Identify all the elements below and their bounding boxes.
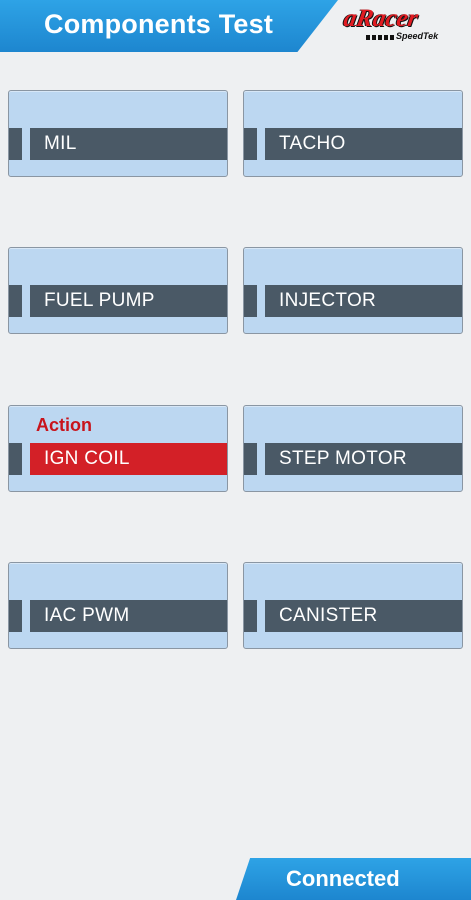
component-tile-ign-coil[interactable]: Action IGN COIL <box>8 405 228 492</box>
tile-label: MIL <box>44 133 77 154</box>
tile-tab <box>9 600 22 632</box>
component-tile-fuel-pump[interactable]: FUEL PUMP <box>8 247 228 334</box>
tile-tab <box>9 128 22 160</box>
tile-label: IAC PWM <box>44 605 130 626</box>
tile-tab <box>244 600 257 632</box>
app-header: Components Test aRacer SpeedTek <box>0 0 471 52</box>
logo-stripes-icon <box>366 35 396 40</box>
component-tile-mil[interactable]: MIL <box>8 90 228 177</box>
component-tile-step-motor[interactable]: STEP MOTOR <box>243 405 463 492</box>
component-tile-tacho[interactable]: TACHO <box>243 90 463 177</box>
logo-subtext: SpeedTek <box>396 31 439 41</box>
action-label: Action <box>36 415 92 435</box>
tile-label: FUEL PUMP <box>44 290 155 311</box>
tile-tab <box>244 285 257 317</box>
connection-status: Connected <box>286 866 400 891</box>
tile-tab <box>244 128 257 160</box>
tile-label: CANISTER <box>279 605 378 626</box>
page-title: Components Test <box>44 9 274 39</box>
logo-text: aRacer <box>341 5 421 32</box>
brand-logo: aRacer SpeedTek <box>340 5 468 47</box>
tile-label: TACHO <box>279 133 346 154</box>
tile-tab <box>9 443 22 475</box>
component-tile-iac-pwm[interactable]: IAC PWM <box>8 562 228 649</box>
tile-tab <box>9 285 22 317</box>
component-tile-injector[interactable]: INJECTOR <box>243 247 463 334</box>
component-tile-canister[interactable]: CANISTER <box>243 562 463 649</box>
tile-label: IGN COIL <box>44 448 130 469</box>
tile-tab <box>244 443 257 475</box>
tile-label: INJECTOR <box>279 290 377 311</box>
tile-label: STEP MOTOR <box>279 448 407 469</box>
